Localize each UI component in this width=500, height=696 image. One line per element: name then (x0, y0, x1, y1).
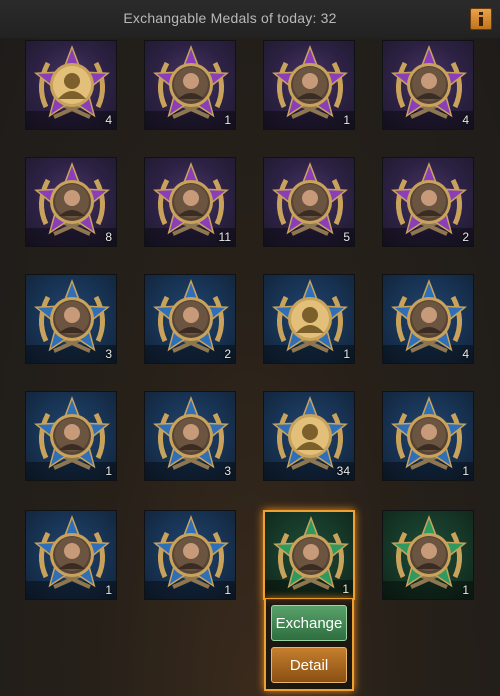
medal-tile[interactable]: 2 (382, 157, 474, 247)
medal-tile[interactable]: 3 (144, 391, 236, 481)
medal-tile[interactable]: 4 (382, 274, 474, 364)
medal-tile[interactable]: 2 (144, 274, 236, 364)
medal-count: 4 (462, 113, 469, 127)
medal-tile[interactable]: 1 (144, 40, 236, 130)
medal-count: 3 (224, 464, 231, 478)
medal-tile[interactable]: 34 (263, 391, 355, 481)
medal-tile[interactable]: 5 (263, 157, 355, 247)
medal-count: 1 (343, 113, 350, 127)
medal-count: 34 (336, 464, 350, 478)
medal-count: 2 (224, 347, 231, 361)
medal-grid: 4 1 1 4 8 11 5 2 3 2 1 4 1 3 34 1 1 1 1 … (0, 0, 500, 696)
medal-count: 8 (105, 230, 112, 244)
medal-count: 4 (462, 347, 469, 361)
medal-count: 11 (218, 230, 231, 244)
medal-tile[interactable]: 8 (25, 157, 117, 247)
medal-tile[interactable]: 1 (144, 510, 236, 600)
exchange-button[interactable]: Exchange (271, 605, 347, 641)
medal-tile[interactable]: 1 (263, 510, 355, 600)
medal-tile[interactable]: 1 (382, 510, 474, 600)
medal-count: 1 (462, 583, 469, 597)
medal-count: 1 (105, 464, 112, 478)
medal-tile[interactable]: 1 (25, 391, 117, 481)
medal-tile[interactable]: 11 (144, 157, 236, 247)
medal-tile[interactable]: 4 (382, 40, 474, 130)
medal-tile[interactable]: 1 (25, 510, 117, 600)
medal-count: 1 (462, 464, 469, 478)
medal-count: 5 (343, 230, 350, 244)
medal-count: 1 (105, 583, 112, 597)
detail-button[interactable]: Detail (271, 647, 347, 683)
medal-count: 1 (224, 113, 231, 127)
medal-count: 1 (224, 583, 231, 597)
medal-tile[interactable]: 3 (25, 274, 117, 364)
medal-tile[interactable]: 1 (382, 391, 474, 481)
medal-tile[interactable]: 1 (263, 274, 355, 364)
medal-tile[interactable]: 4 (25, 40, 117, 130)
medal-count: 1 (342, 582, 349, 596)
medal-count: 1 (343, 347, 350, 361)
medal-count: 2 (462, 230, 469, 244)
medal-tile[interactable]: 1 (263, 40, 355, 130)
medal-count: 4 (105, 113, 112, 127)
medal-action-popup: Exchange Detail (264, 599, 354, 691)
medal-count: 3 (105, 347, 112, 361)
